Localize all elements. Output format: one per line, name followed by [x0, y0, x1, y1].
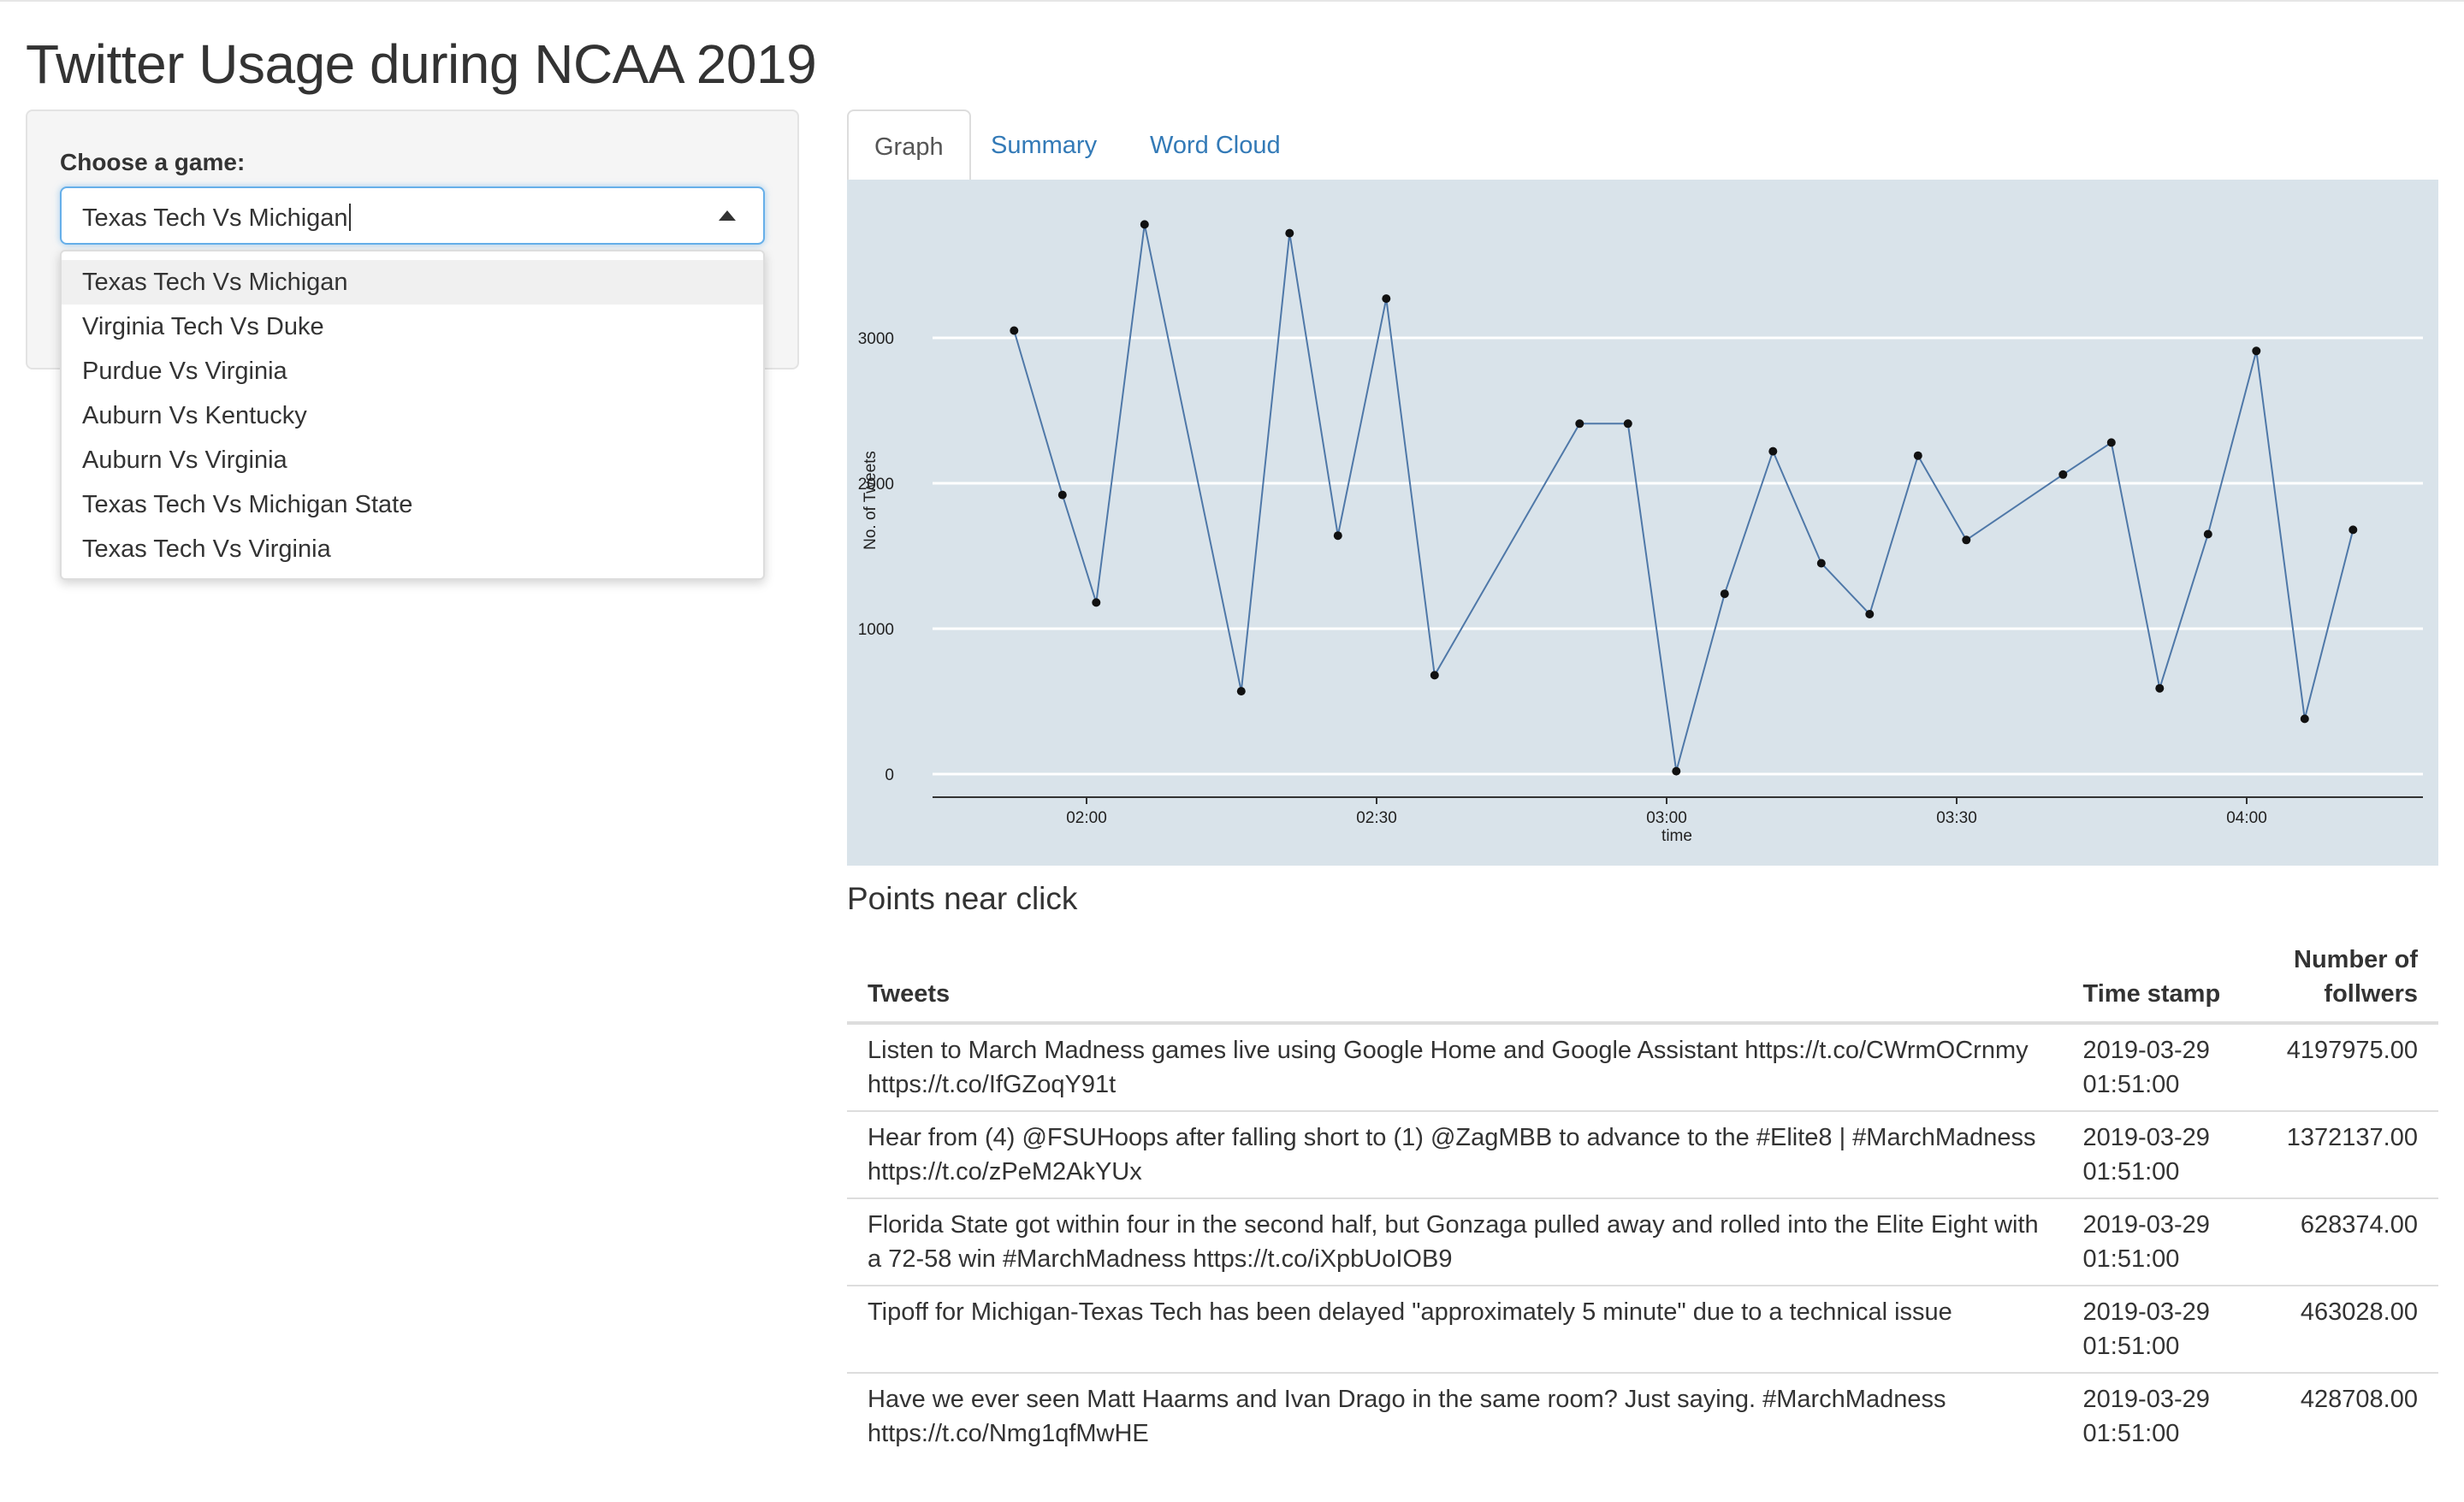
time-cell: 2019-03-29 01:51:00 — [2082, 1037, 2210, 1098]
data-point — [1057, 490, 1067, 500]
column-header-time-stamp: Time stamp — [2062, 936, 2254, 1025]
time-cell: 2019-03-29 01:51:00 — [2062, 1285, 2254, 1373]
chart-svg[interactable]: 010002000300002:00 02:30 03:00 03:30 04:00ti… — [847, 180, 2438, 866]
y-tick-label: 1000 — [858, 621, 894, 639]
data-point — [1865, 610, 1875, 618]
x-tick-label: 02:30 — [1356, 809, 1397, 827]
tab-word-cloud[interactable]: Word Cloud — [1124, 109, 1306, 181]
data-point — [1962, 535, 1971, 545]
choose-game-label: Choose a game: — [60, 149, 246, 175]
data-point — [1720, 589, 1729, 599]
tweet-cell: Hear from (4) @FSUHoops after falling sh… — [847, 1110, 2063, 1198]
followers-cell: 628374.00 — [2253, 1197, 2438, 1286]
dropdown-option[interactable]: Auburn Vs Virginia — [62, 438, 763, 482]
game-dropdown-menu: Texas Tech Vs Michigan Virginia Tech Vs … — [60, 250, 765, 580]
data-point — [1285, 228, 1294, 238]
data-point — [1430, 671, 1439, 680]
data-point — [2252, 346, 2261, 356]
dropdown-option[interactable]: Texas Tech Vs Virginia — [62, 527, 763, 571]
followers-cell: 4197975.00 — [2286, 1037, 2418, 1064]
column-header-followers: Number of follwers — [2253, 936, 2438, 1025]
followers-cell: 463028.00 — [2253, 1285, 2438, 1373]
followers-cell: 428708.00 — [2253, 1372, 2438, 1459]
points-near-click-title: Points near click — [847, 881, 1078, 916]
tweet-cell: Tipoff for Michigan-Texas Tech has been … — [847, 1285, 2063, 1373]
y-axis-label: No. of Tweets — [862, 451, 880, 550]
dropdown-option[interactable]: Virginia Tech Vs Duke — [62, 305, 763, 349]
time-cell: 2019-03-29 01:51:00 — [2062, 1197, 2254, 1286]
tab-summary[interactable]: Summary — [965, 109, 1122, 181]
text-cursor — [348, 204, 351, 231]
data-point — [1768, 446, 1778, 456]
dropdown-option[interactable]: Auburn Vs Kentucky — [62, 393, 763, 438]
x-tick-label: 04:00 — [2226, 809, 2267, 827]
y-tick-label: 0 — [885, 766, 894, 784]
time-cell: 2019-03-29 01:51:00 — [2062, 1110, 2254, 1198]
column-header-tweets: Tweets — [847, 936, 2063, 1025]
table-row: Listen to March Madness games live using… — [847, 1023, 2438, 1111]
dropdown-option[interactable]: Purdue Vs Virginia — [62, 349, 763, 393]
data-point — [1623, 419, 1632, 429]
table-row: Florida State got within four in the sec… — [847, 1197, 2438, 1286]
data-point — [2155, 683, 2165, 693]
data-point — [1382, 294, 1391, 304]
tweet-cell: Listen to March Madness games live using… — [868, 1037, 2029, 1098]
table-row: Tipoff for Michigan-Texas Tech has been … — [847, 1285, 2438, 1373]
data-point — [1140, 220, 1149, 229]
data-point — [2348, 525, 2358, 535]
tweet-cell: Have we ever seen Matt Haarms and Ivan D… — [847, 1372, 2063, 1459]
y-tick-label: 3000 — [858, 330, 894, 348]
page-title: Twitter Usage during NCAA 2019 — [26, 33, 817, 95]
table-header-row: Tweets Time stamp Number of follwers — [847, 936, 2438, 1025]
data-point — [1236, 687, 1246, 696]
data-point — [2058, 470, 2068, 479]
data-point — [1010, 326, 1019, 335]
data-point — [1575, 419, 1584, 429]
data-point — [1816, 559, 1826, 568]
table-row: Hear from (4) @FSUHoops after falling sh… — [847, 1110, 2438, 1198]
series-line — [1013, 224, 2354, 772]
followers-cell: 1372137.00 — [2253, 1110, 2438, 1198]
data-point — [1092, 598, 1101, 607]
tweets-line-chart[interactable]: 0 1000 2000 3000 02:00 02:30 03:00 03:30 04:00 ti… — [847, 180, 2438, 866]
data-point — [1913, 451, 1922, 460]
x-tick-label: 03:30 — [1936, 809, 1977, 827]
table-row: Have we ever seen Matt Haarms and Ivan D… — [847, 1372, 2438, 1459]
tweets-table: Tweets Time stamp Number of follwers Lis… — [847, 936, 2438, 1459]
data-point — [1333, 531, 1342, 541]
data-point — [2203, 529, 2212, 539]
top-border — [0, 0, 2464, 2]
data-point — [2300, 714, 2309, 724]
tab-graph[interactable]: Graph — [847, 109, 971, 181]
x-tick-label: 03:00 — [1646, 809, 1687, 827]
data-point — [1672, 766, 1681, 776]
x-axis-label: time — [1661, 827, 1692, 845]
dropdown-option[interactable]: Texas Tech Vs Michigan State — [62, 482, 763, 527]
game-select-value[interactable]: Texas Tech Vs Michigan — [82, 204, 351, 233]
tweet-cell: Florida State got within four in the sec… — [847, 1197, 2063, 1286]
chevron-up-icon[interactable] — [719, 210, 736, 221]
time-cell: 2019-03-29 01:51:00 — [2062, 1372, 2254, 1459]
game-select[interactable]: Texas Tech Vs Michigan — [60, 186, 765, 245]
tab-bar: Graph Summary Word Cloud — [847, 109, 2435, 181]
data-point — [2106, 438, 2116, 447]
dropdown-option[interactable]: Texas Tech Vs Michigan — [62, 260, 763, 305]
x-tick-label: 02:00 — [1066, 809, 1107, 827]
